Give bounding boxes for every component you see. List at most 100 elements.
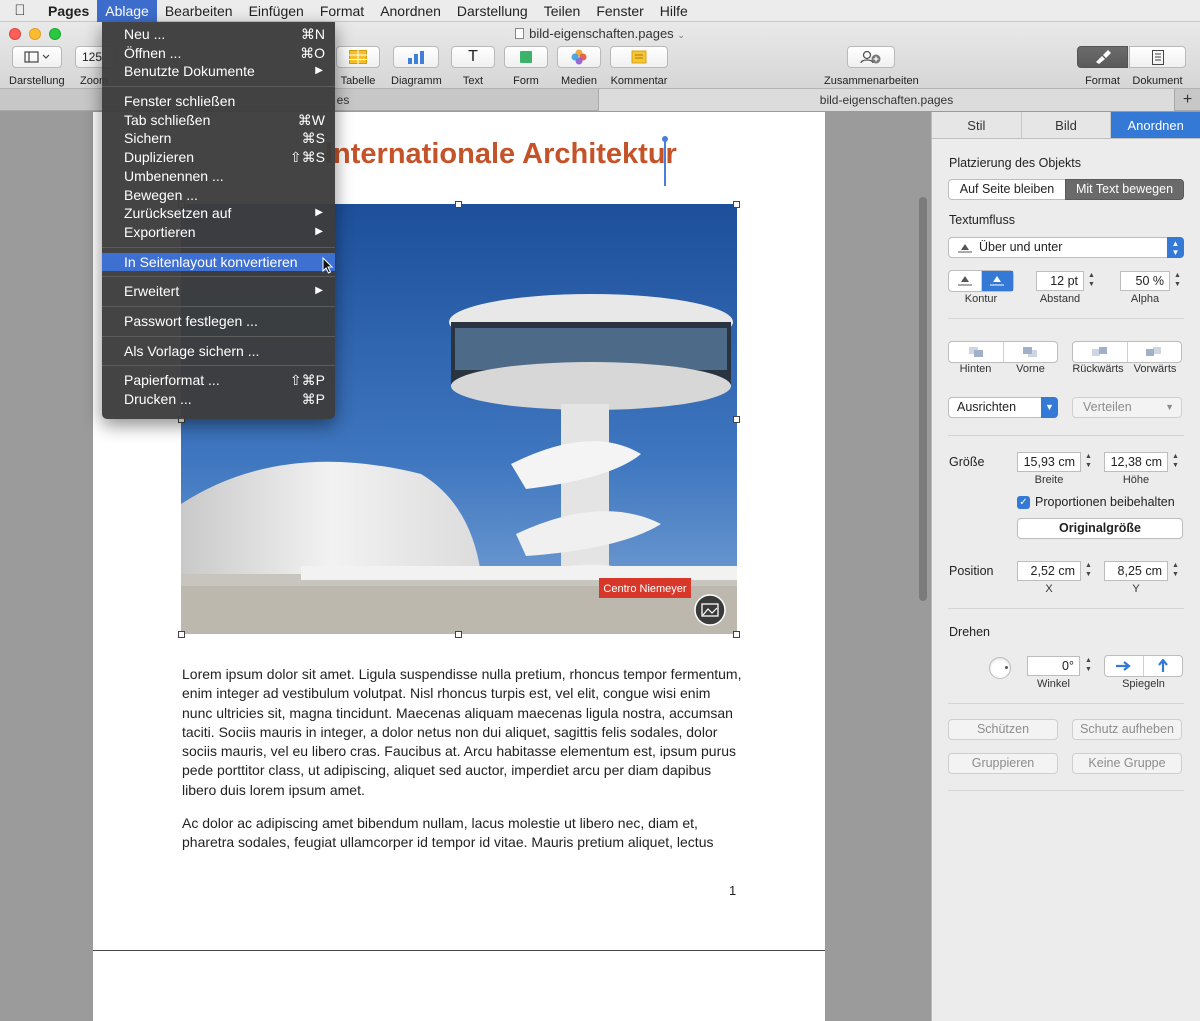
tab-background-partial[interactable]: es [333, 89, 353, 111]
menu-item-seitenlayout-konvertieren[interactable]: In Seitenlayout konvertieren [102, 252, 335, 274]
menu-item-duplizieren[interactable]: Duplizieren ⇧⌘S [102, 148, 335, 167]
menu-item-sichern[interactable]: Sichern ⌘S [102, 129, 335, 148]
resize-handle-bottom-left[interactable] [178, 631, 185, 638]
menu-item-neu[interactable]: Neu ... ⌘N [102, 25, 335, 44]
menu-item-umbenennen[interactable]: Umbenennen ... [102, 167, 335, 186]
resize-handle-bottom[interactable] [455, 631, 462, 638]
apple-icon[interactable]:  [0, 2, 40, 19]
tab-anordnen[interactable]: Anordnen [1111, 112, 1200, 138]
menu-item-drucken[interactable]: Drucken ... ⌘P [102, 390, 335, 409]
keine-gruppe-button[interactable]: Keine Gruppe [1072, 753, 1182, 774]
image-edit-icon[interactable] [694, 594, 726, 626]
send-backward-icon[interactable] [949, 342, 1003, 362]
abstand-stepper[interactable]: ▲ ▼ [1087, 271, 1096, 291]
hoehe-field[interactable]: 12,38 cm [1104, 452, 1168, 472]
menu-bearbeiten[interactable]: Bearbeiten [157, 0, 241, 22]
sidebar-view-icon[interactable] [11, 46, 62, 68]
wrap-contour-icon[interactable] [980, 271, 1013, 291]
shape-icon[interactable] [504, 46, 548, 68]
menu-item-passwort-festlegen[interactable]: Passwort festlegen ... [102, 312, 335, 331]
schuetzen-button[interactable]: Schützen [948, 719, 1058, 740]
textflow-select[interactable]: Über und unter ▲ ▼ [948, 237, 1184, 258]
document-icon[interactable] [1129, 46, 1186, 68]
bring-forward-icon[interactable] [1002, 342, 1058, 362]
menu-fenster[interactable]: Fenster [588, 0, 651, 22]
menu-einfuegen[interactable]: Einfügen [241, 0, 312, 22]
wrap-mode-icon[interactable] [949, 271, 981, 291]
breite-field[interactable]: 15,93 cm [1017, 452, 1081, 472]
position-x-field[interactable]: 2,52 cm [1017, 561, 1081, 581]
verteilen-select[interactable]: Verteilen ▼ [1072, 397, 1182, 418]
mit-text-bewegen-button[interactable]: Mit Text bewegen [1065, 179, 1184, 200]
resize-handle-bottom-right[interactable] [733, 631, 740, 638]
chevron-down-icon[interactable]: ⌄ [677, 30, 685, 40]
hoehe-stepper[interactable]: ▲ ▼ [1171, 452, 1180, 472]
toolbar-form[interactable]: Form [504, 46, 548, 87]
toolbar-diagramm[interactable]: Diagramm [391, 46, 442, 87]
proportionen-checkbox[interactable]: ✓ [1017, 496, 1030, 509]
toolbar-medien[interactable]: Medien [557, 46, 601, 87]
document-heading[interactable]: Internationale Architektur [325, 138, 677, 171]
menu-item-bewegen[interactable]: Bewegen ... [102, 186, 335, 205]
add-tab-icon[interactable]: + [1174, 89, 1200, 111]
menu-item-exportieren[interactable]: Exportieren ▶ [102, 223, 335, 242]
toolbar-format[interactable]: Format [1077, 46, 1128, 87]
breite-stepper[interactable]: ▲ ▼ [1084, 452, 1093, 472]
position-x-stepper[interactable]: ▲ ▼ [1084, 561, 1093, 581]
collaborate-icon[interactable] [847, 46, 896, 68]
backward-icon[interactable] [1073, 342, 1127, 362]
tab-bild[interactable]: Bild [1021, 112, 1112, 138]
alpha-stepper[interactable]: ▲ ▼ [1173, 271, 1182, 291]
resize-handle-top-right[interactable] [733, 201, 740, 208]
flip-vertical-icon[interactable] [1143, 656, 1182, 676]
kontur-toggle[interactable] [948, 270, 1014, 292]
position-y-field[interactable]: 8,25 cm [1104, 561, 1168, 581]
schutz-aufheben-button[interactable]: Schutz aufheben [1072, 719, 1182, 740]
toolbar-tabelle[interactable]: Tabelle [336, 46, 380, 87]
menu-item-papierformat[interactable]: Papierformat ... ⇧⌘P [102, 371, 335, 390]
gruppieren-button[interactable]: Gruppieren [948, 753, 1058, 774]
winkel-field[interactable]: 0° [1027, 656, 1080, 676]
menu-item-benutzte-dokumente[interactable]: Benutzte Dokumente ▶ [102, 62, 335, 81]
auf-seite-bleiben-button[interactable]: Auf Seite bleiben [948, 179, 1066, 200]
resize-handle-top[interactable] [455, 201, 462, 208]
menu-item-zuruecksetzen[interactable]: Zurücksetzen auf ▶ [102, 204, 335, 223]
tab-active-document[interactable]: bild-eigenschaften.pages [598, 89, 1174, 111]
alpha-field[interactable]: 50 % [1120, 271, 1170, 291]
paintbrush-icon[interactable] [1077, 46, 1128, 68]
toolbar-darstellung[interactable]: Darstellung [9, 46, 65, 87]
ausrichten-select[interactable]: Ausrichten ▼ [948, 397, 1058, 418]
menu-item-fenster-schliessen[interactable]: Fenster schließen [102, 92, 335, 111]
toolbar-dokument[interactable]: Dokument [1129, 46, 1186, 87]
menu-teilen[interactable]: Teilen [536, 0, 589, 22]
media-icon[interactable] [557, 46, 601, 68]
menu-item-oeffnen[interactable]: Öffnen ... ⌘O [102, 44, 335, 63]
menu-item-tab-schliessen[interactable]: Tab schließen ⌘W [102, 111, 335, 130]
text-icon[interactable]: T [451, 46, 495, 68]
menu-hilfe[interactable]: Hilfe [652, 0, 696, 22]
originalgroesse-button[interactable]: Originalgröße [1017, 518, 1183, 539]
toolbar-text[interactable]: T Text [451, 46, 495, 87]
table-icon[interactable] [336, 46, 380, 68]
layer-step-group[interactable] [1072, 341, 1182, 363]
resize-handle-right[interactable] [733, 416, 740, 423]
toolbar-zusammenarbeiten[interactable]: Zusammenarbeiten [824, 46, 919, 87]
flip-horizontal-icon[interactable] [1105, 656, 1143, 676]
spiegeln-group[interactable] [1104, 655, 1183, 677]
tab-stil[interactable]: Stil [932, 112, 1022, 138]
body-text[interactable]: Lorem ipsum dolor sit amet. Ligula suspe… [182, 665, 742, 867]
menu-app-pages[interactable]: Pages [40, 0, 97, 22]
chart-icon[interactable] [393, 46, 440, 68]
menu-darstellung[interactable]: Darstellung [449, 0, 536, 22]
vertical-scrollbar[interactable] [919, 197, 927, 601]
winkel-stepper[interactable]: ▲ ▼ [1084, 656, 1093, 676]
abstand-field[interactable]: 12 pt [1036, 271, 1084, 291]
layer-order-group[interactable] [948, 341, 1058, 363]
rotation-wheel[interactable] [989, 657, 1011, 679]
menu-item-erweitert[interactable]: Erweitert ▶ [102, 282, 335, 301]
forward-icon[interactable] [1126, 342, 1182, 362]
toolbar-kommentar[interactable]: Kommentar [610, 46, 668, 87]
comment-icon[interactable] [610, 46, 668, 68]
menu-anordnen[interactable]: Anordnen [372, 0, 449, 22]
menu-format[interactable]: Format [312, 0, 372, 22]
